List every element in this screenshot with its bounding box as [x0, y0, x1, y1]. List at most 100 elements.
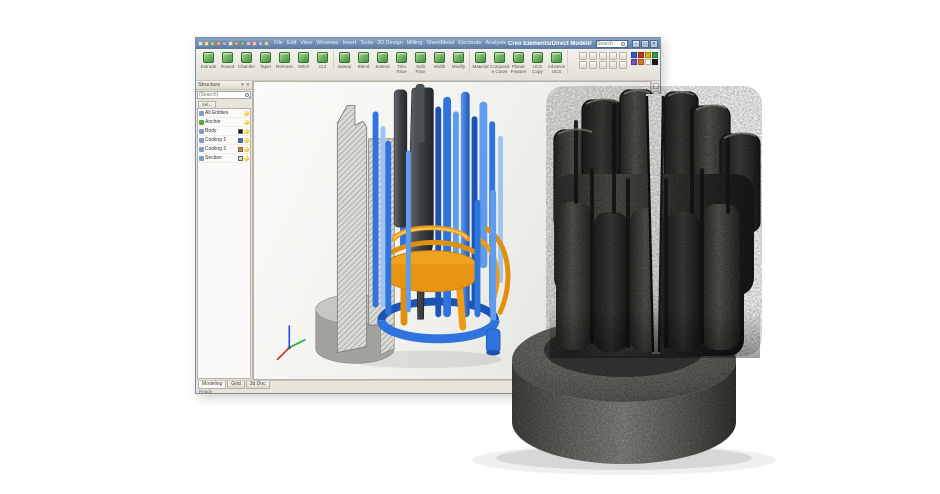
entity-color-swatch[interactable] [238, 156, 243, 161]
workspace-tab[interactable]: Modeling [198, 381, 226, 389]
toolbar-button[interactable]: Round [218, 50, 237, 69]
panel-close-icon[interactable]: ✕ [246, 82, 250, 89]
selection-filter-tab[interactable]: Sel... [198, 101, 216, 108]
menu-item[interactable]: View [300, 38, 312, 49]
structure-panel-header[interactable]: Structure ▾ ✕ [196, 81, 252, 90]
menu-item[interactable]: SheetMetal [426, 38, 454, 49]
toolbar-label: Sweep [338, 64, 352, 69]
structure-panel-title: Structure [198, 82, 239, 88]
toolbar-label: Extend [375, 64, 389, 69]
toolbar-button[interactable]: Blend [354, 50, 373, 74]
toolbar-icon [339, 52, 350, 63]
toolbar-button[interactable]: Stitch [294, 50, 313, 69]
color-swatch[interactable] [652, 52, 658, 58]
workspace-tab[interactable]: Grid [227, 381, 244, 389]
qat-icon[interactable] [228, 41, 233, 46]
visibility-bulb-icon[interactable] [244, 111, 249, 116]
menu-item[interactable]: Edit [287, 38, 296, 49]
qat-icon[interactable] [216, 41, 221, 46]
qat-icon[interactable] [246, 41, 251, 46]
qat-icon[interactable] [198, 41, 203, 46]
menu-item[interactable]: Milling [407, 38, 423, 49]
toolbar-button[interactable]: Sweep [335, 50, 354, 74]
structure-tree-row[interactable]: Cooling 2 [198, 145, 250, 154]
visibility-bulb-icon[interactable] [244, 147, 249, 152]
toolbar-group-surface: Sweep Blend Extend Trim Face [334, 50, 470, 74]
orientation-triad[interactable] [278, 326, 305, 359]
menu-item[interactable]: Windows [316, 38, 338, 49]
visibility-bulb-icon[interactable] [244, 129, 249, 134]
structure-tree-row[interactable]: Section [198, 154, 250, 163]
structure-tree: All Entities Anchor Body [197, 108, 251, 379]
qat-icon[interactable] [234, 41, 239, 46]
qat-icon[interactable] [258, 41, 263, 46]
toolbar-icon [203, 52, 214, 63]
structure-search[interactable] [197, 91, 251, 99]
visibility-bulb-icon[interactable] [244, 120, 249, 125]
shade-mode-icon[interactable] [619, 52, 627, 60]
qat-icon[interactable] [204, 41, 209, 46]
toolbar-icon [434, 52, 445, 63]
entity-label: Anchor [205, 119, 237, 125]
rotate-view-icon[interactable] [609, 52, 617, 60]
toolbar-label: Split Face [411, 64, 430, 74]
structure-tree-row[interactable]: Anchor [198, 118, 250, 127]
toolbar-label: Chamfer [238, 64, 255, 69]
menu-item[interactable]: Electrode [458, 38, 481, 49]
zoom-in-icon[interactable] [579, 52, 587, 60]
toolbar-button[interactable]: Trim Face [392, 50, 411, 74]
qat-icon[interactable] [222, 41, 227, 46]
titlebar[interactable]: File Edit View Windows InsertTools 3D Design M… [196, 38, 660, 49]
menu-item[interactable]: Insert [343, 38, 357, 49]
menu-item[interactable]: 3D Design [377, 38, 403, 49]
toolbar-label: Width [434, 64, 446, 69]
entity-label: Body [205, 128, 237, 134]
toolbar-button[interactable]: Extend [373, 50, 392, 74]
menu-item[interactable]: Tools [360, 38, 373, 49]
entity-icon [199, 120, 204, 125]
entity-color-swatch[interactable] [238, 147, 243, 152]
titlebar-search[interactable] [596, 40, 628, 48]
toolbar-button[interactable]: Width [430, 50, 449, 74]
structure-tree-row[interactable]: Body [198, 127, 250, 136]
toolbar-button[interactable]: Taper [256, 50, 275, 69]
structure-tree-row[interactable]: Cooling 1 [198, 136, 250, 145]
search-input[interactable] [597, 41, 621, 47]
toolbar-label: Modify [452, 64, 465, 69]
close-button[interactable]: ✕ [650, 40, 658, 48]
toolbar-button[interactable]: Chamfer [237, 50, 256, 69]
structure-tree-row[interactable]: All Entities [198, 109, 250, 118]
entity-icon [199, 138, 204, 143]
toolbar-button[interactable]: Extrude [199, 50, 218, 69]
toolbar-icon [260, 52, 271, 63]
pin-icon[interactable]: ▾ [241, 82, 244, 89]
entity-color-swatch[interactable] [238, 129, 243, 134]
menu-item[interactable]: File [274, 38, 283, 49]
color-swatch[interactable] [645, 52, 651, 58]
structure-search-input[interactable] [199, 92, 245, 98]
fit-view-icon[interactable] [599, 52, 607, 60]
quick-access-toolbar[interactable] [198, 41, 269, 46]
qat-icon[interactable] [264, 41, 269, 46]
toolbar-button[interactable]: Split Face [411, 50, 430, 74]
visibility-bulb-icon[interactable] [244, 156, 249, 161]
color-swatch[interactable] [631, 52, 637, 58]
minimize-button[interactable]: – [632, 40, 640, 48]
color-swatch[interactable] [638, 52, 644, 58]
qat-icon[interactable] [240, 41, 245, 46]
toolbar-button[interactable]: Remove [275, 50, 294, 69]
qat-icon[interactable] [252, 41, 257, 46]
qat-icon[interactable] [210, 41, 215, 46]
maximize-button[interactable]: ▭ [641, 40, 649, 48]
menu-bar[interactable]: File Edit View Windows InsertTools 3D Design M… [274, 38, 508, 49]
entity-color-swatch[interactable] [238, 138, 243, 143]
menu-item[interactable]: Analysis [485, 38, 505, 49]
workspace-tab[interactable]: 3d Doc [246, 381, 270, 389]
printed-part-photo [470, 62, 870, 482]
toolbar-group-modify: Extrude Round Chamfer Taper [198, 50, 334, 69]
zoom-out-icon[interactable] [589, 52, 597, 60]
toolbar-button[interactable]: Modify [449, 50, 468, 74]
toolbar-button[interactable]: Cut [313, 50, 332, 69]
part-surface-texture [500, 84, 780, 472]
visibility-bulb-icon[interactable] [244, 138, 249, 143]
